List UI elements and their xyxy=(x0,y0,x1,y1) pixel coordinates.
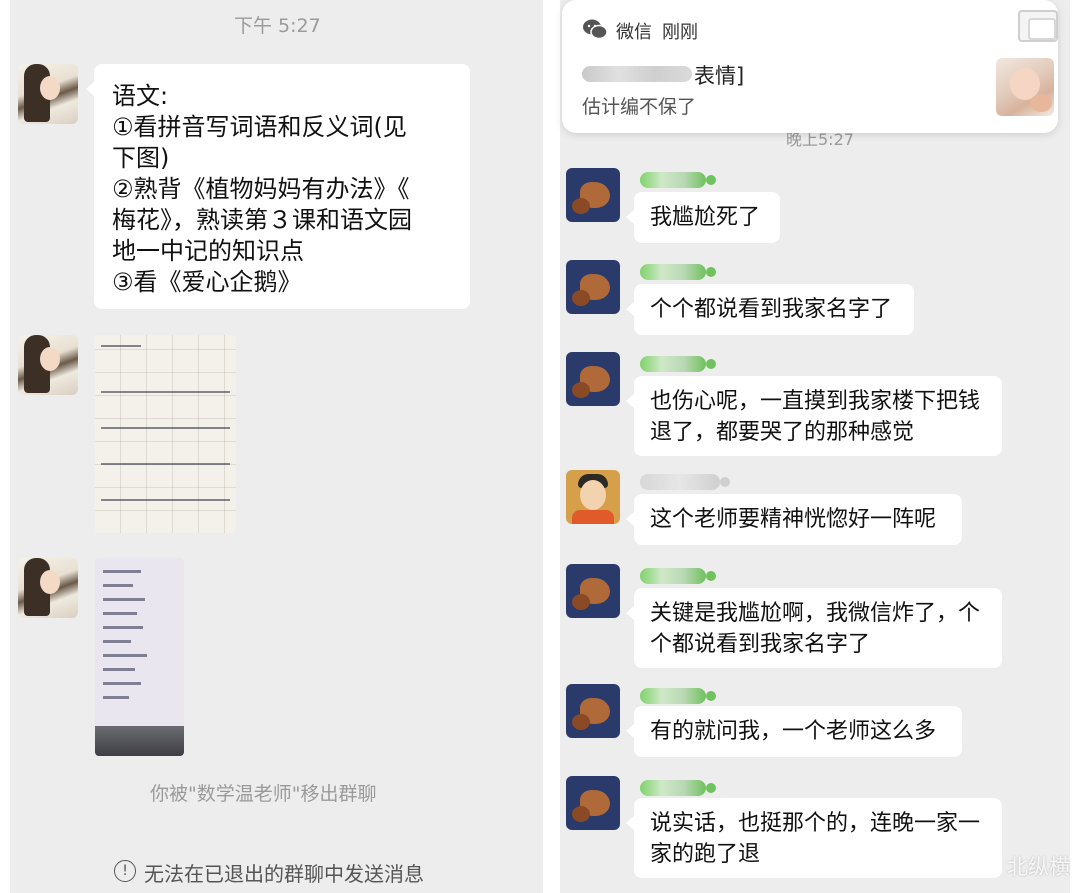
worksheet-image[interactable] xyxy=(95,335,236,533)
sender-avatar[interactable] xyxy=(18,558,78,618)
sender-name xyxy=(640,264,716,280)
wechat-icon xyxy=(583,19,608,40)
exclamation-circle-icon: ! xyxy=(114,860,136,882)
chat-bubble[interactable]: 有的就问我，一个老师这么多 xyxy=(626,706,962,757)
sender-name xyxy=(640,172,716,188)
watermark: 北纵横 xyxy=(1007,855,1070,879)
chat-bubble[interactable]: 这个老师要精神恍惚好一阵呢 xyxy=(626,494,962,545)
message-line: 退了，都要哭了的那种感觉 xyxy=(650,420,915,445)
message-line: ③看《爱心企鹅》 xyxy=(112,268,302,296)
chat-bubble[interactable]: 说实话，也挺那个的，连晚一家一 家的跑了退 xyxy=(626,798,1002,878)
multi-window-icon[interactable] xyxy=(1018,10,1058,42)
right-chat-panel: 晚上5:27 我尴尬死了 个个都说看到我家名字了 也伤心呢，一直摸到我家楼下把钱… xyxy=(560,0,1070,893)
sender-name xyxy=(640,474,730,490)
chat-bubble[interactable]: 也伤心呢，一直摸到我家楼下把钱 退了，都要哭了的那种感觉 xyxy=(626,376,1002,456)
message-line: 语文: xyxy=(112,82,169,110)
sender-avatar[interactable] xyxy=(566,260,620,314)
sender-avatar[interactable] xyxy=(566,352,620,406)
notification-thumbnail xyxy=(996,58,1054,116)
message-line: ①看拼音写词语和反义词(见 xyxy=(112,113,407,141)
sender-name xyxy=(640,688,716,704)
sender-avatar[interactable] xyxy=(566,684,620,738)
sender-avatar[interactable] xyxy=(18,64,78,124)
notification-preview-line2: 估计编不保了 xyxy=(582,96,697,118)
notification-preview-line1: 表情] xyxy=(694,64,745,88)
notification-app-name: 微信 xyxy=(616,22,652,43)
timestamp: 下午 5:27 xyxy=(234,15,321,37)
left-chat-panel: 下午 5:27 语文: ①看拼音写词语和反义词(见 下图) ②熟背《植物妈妈有办… xyxy=(10,0,543,893)
message-line: 说实话，也挺那个的，连晚一家一 xyxy=(650,811,981,836)
message-line: 下图) xyxy=(112,144,170,172)
sender-avatar[interactable] xyxy=(566,470,620,524)
removed-from-group-notice: 你被"数学温老师"移出群聊 xyxy=(150,783,377,805)
message-line: 地一中记的知识点 xyxy=(112,237,304,265)
sender-name xyxy=(640,568,716,584)
message-line: 个都说看到我家名字了 xyxy=(650,632,871,657)
message-line: 也伤心呢，一直摸到我家楼下把钱 xyxy=(650,389,981,414)
chat-bubble[interactable]: 个个都说看到我家名字了 xyxy=(626,284,914,335)
wechat-notification-banner[interactable]: 微信 刚刚 表情] 估计编不保了 xyxy=(562,0,1058,133)
message-line: 家的跑了退 xyxy=(650,842,761,867)
message-line: 关键是我尴尬啊，我微信炸了，个 xyxy=(650,601,981,626)
sender-avatar[interactable] xyxy=(566,564,620,618)
sender-avatar[interactable] xyxy=(566,776,620,830)
chat-bubble[interactable]: 我尴尬死了 xyxy=(626,192,780,243)
chat-bubble[interactable]: 关键是我尴尬啊，我微信炸了，个 个都说看到我家名字了 xyxy=(626,588,1002,668)
message-text: 有的就问我，一个老师这么多 xyxy=(650,719,937,744)
message-text: 这个老师要精神恍惚好一阵呢 xyxy=(650,507,937,532)
message-line: ②熟背《植物妈妈有办法》《 xyxy=(112,175,410,203)
homework-message-bubble[interactable]: 语文: ①看拼音写词语和反义词(见 下图) ②熟背《植物妈妈有办法》《 梅花》，… xyxy=(86,64,470,309)
message-line: 梅花》，熟读第３课和语文园 xyxy=(112,206,412,234)
sender-name xyxy=(640,356,716,372)
notification-time: 刚刚 xyxy=(662,22,698,43)
message-text: 个个都说看到我家名字了 xyxy=(650,297,893,322)
cannot-send-notice: 无法在已退出的群聊中发送消息 xyxy=(144,862,424,886)
blurred-sender-name xyxy=(582,66,692,82)
sender-avatar[interactable] xyxy=(566,168,620,222)
sender-name xyxy=(640,780,716,796)
notebook-image[interactable] xyxy=(95,558,184,756)
message-text: 我尴尬死了 xyxy=(650,205,761,230)
sender-avatar[interactable] xyxy=(18,335,78,395)
